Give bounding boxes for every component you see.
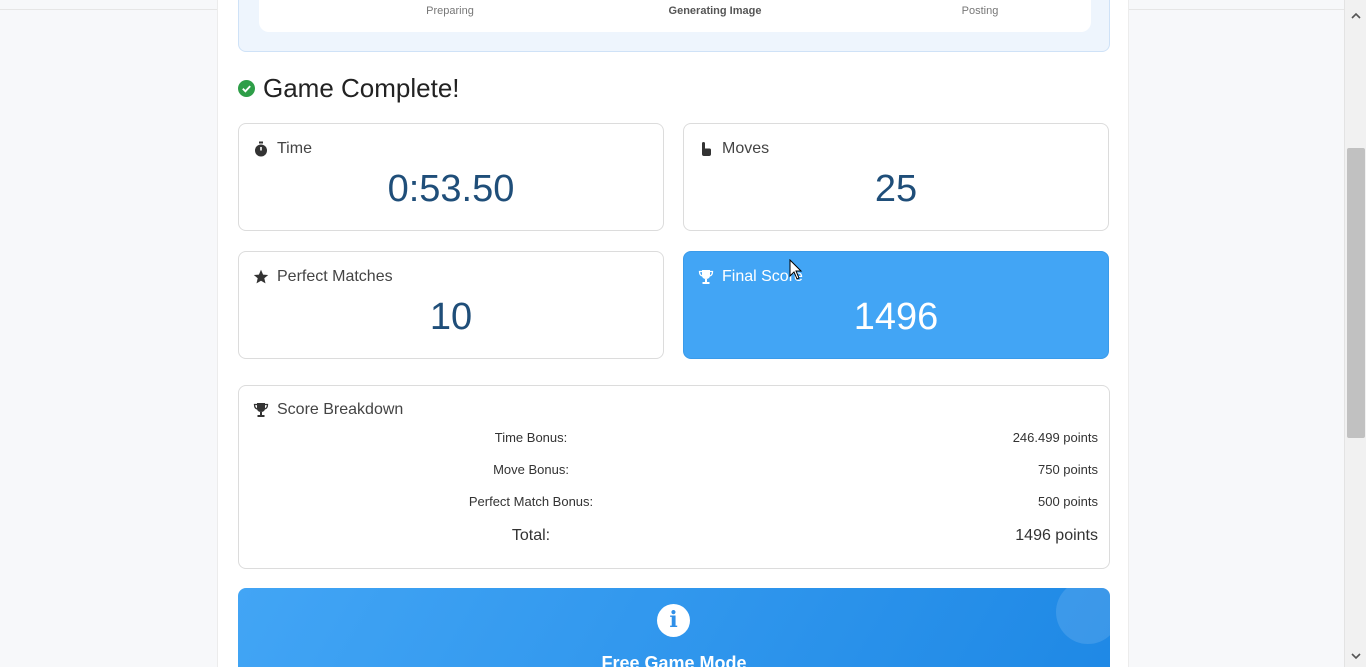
final-score-card: Final Score 1496 [683,251,1109,359]
game-complete-title: Game Complete! [263,72,460,103]
moves-card: Moves 25 [683,123,1109,231]
trophy-icon [253,402,269,418]
moves-value: 25 [874,168,918,210]
game-complete-heading: Game Complete! [238,72,460,104]
step-generating-image: Generating Image [668,5,762,17]
breakdown-label: Perfect Match Bonus: [468,494,594,509]
time-card: Time 0:53.50 [238,123,664,231]
trophy-icon [698,269,714,285]
free-game-mode-title: Free Game Mode [601,653,747,667]
final-score-value: 1496 [853,296,939,338]
star-icon [253,269,269,285]
total-label: Total: [511,527,551,544]
vertical-scrollbar[interactable] [1344,0,1366,667]
mouse-cursor-icon [789,258,803,281]
check-circle-icon [238,79,255,97]
score-breakdown-title: Score Breakdown [277,401,404,418]
step-preparing: Preparing [426,5,474,17]
breakdown-value: 500 points [1038,494,1098,509]
breakdown-value: 246.499 points [1012,430,1098,445]
total-value: 1496 points [1015,527,1098,544]
moves-label: Moves [722,140,770,157]
scroll-up-arrow-icon[interactable] [1349,10,1363,24]
game-page: Preparing Generating Image Posting Game … [217,0,1129,667]
free-game-mode-card: i Free Game Mode [238,588,1110,667]
scroll-down-arrow-icon[interactable] [1349,650,1363,664]
progress-steps: Preparing Generating Image Posting [259,0,1091,32]
decorative-circle [1056,588,1110,644]
hand-pointer-icon [698,141,714,157]
breakdown-value: 750 points [1038,462,1098,477]
breakdown-label: Time Bonus: [494,430,568,445]
perfect-matches-card: Perfect Matches 10 [238,251,664,359]
score-breakdown-card: Score Breakdown Time Bonus: 246.499 poin… [238,385,1110,569]
posting-progress-card: Preparing Generating Image Posting [238,0,1110,52]
time-label: Time [277,140,312,157]
breakdown-label: Move Bonus: [493,462,569,477]
perfect-matches-value: 10 [429,296,473,338]
info-icon: i [657,604,690,637]
step-posting: Posting [961,5,999,17]
scrollbar-thumb[interactable] [1347,148,1365,438]
perfect-matches-label: Perfect Matches [277,268,393,285]
time-value: 0:53.50 [387,168,515,210]
stopwatch-icon [253,141,269,157]
